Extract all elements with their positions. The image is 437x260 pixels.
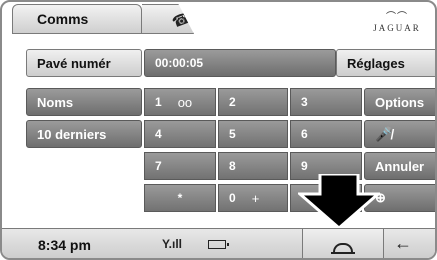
voicemail-icon: oo — [177, 94, 193, 110]
key-3-label: 3 — [301, 95, 308, 109]
tab-comms-label: Comms — [37, 11, 89, 27]
tab-comms[interactable]: Comms — [12, 4, 142, 34]
call-timer: 00:00:05 — [144, 49, 336, 77]
options-button[interactable]: Options — [364, 88, 435, 116]
annuler-label: Annuler — [375, 158, 425, 174]
key-0-label: 0 — [229, 191, 236, 205]
reglages-label: Réglages — [347, 55, 405, 71]
key-9-label: 9 — [301, 159, 308, 173]
key-7[interactable]: 7 — [144, 152, 216, 180]
10-derniers-button[interactable]: 10 derniers — [26, 120, 142, 148]
options-label: Options — [375, 94, 425, 110]
key-star-label: * — [177, 191, 183, 205]
back-arrow-icon[interactable]: ← — [394, 233, 412, 254]
key-6-label: 6 — [301, 127, 308, 141]
logo-text: JAGUAR — [373, 23, 421, 33]
key-1[interactable]: 1 oo — [144, 88, 216, 116]
down-arrow-indicator — [298, 174, 380, 228]
key-2-label: 2 — [229, 95, 236, 109]
tab-phone[interactable]: ☎ — [142, 4, 194, 34]
key-4[interactable]: 4 — [144, 120, 216, 148]
status-bar: 8:34 pm Y.ıll ← — [2, 228, 435, 258]
key-2[interactable]: 2 — [218, 88, 288, 116]
10-derniers-label: 10 derniers — [37, 126, 107, 142]
key-7-label: 7 — [155, 159, 162, 173]
call-timer-value: 00:00:05 — [155, 56, 204, 70]
clock: 8:34 pm — [38, 237, 91, 253]
jaguar-logo: ⌒⌒ JAGUAR — [367, 8, 427, 34]
key-3[interactable]: 3 — [290, 88, 362, 116]
noms-label: Noms — [37, 94, 74, 110]
header: Comms ☎ ⌒⌒ JAGUAR — [2, 2, 435, 39]
key-plus-label: + — [251, 190, 260, 206]
key-star[interactable]: * — [144, 184, 216, 212]
empty-panel — [26, 152, 144, 222]
phone-handset-icon: ☎ — [169, 9, 194, 32]
key-5[interactable]: 5 — [218, 120, 288, 148]
signal-strength-icon: Y.ıll — [162, 237, 183, 251]
hang-up-icon — [331, 242, 355, 254]
mute-button[interactable]: 🎤̸ — [364, 120, 435, 148]
jaguar-leaper-icon: ⌒⌒ — [386, 12, 408, 23]
noms-button[interactable]: Noms — [26, 88, 142, 116]
hang-up-button[interactable] — [302, 229, 384, 258]
key-8[interactable]: 8 — [218, 152, 288, 180]
key-0[interactable]: 0 + — [218, 184, 288, 212]
mic-mute-icon: 🎤̸ — [375, 125, 393, 142]
reglages-button[interactable]: Réglages — [336, 49, 435, 77]
key-6[interactable]: 6 — [290, 120, 362, 148]
key-8-label: 8 — [229, 159, 236, 173]
key-4-label: 4 — [155, 127, 162, 141]
pave-numer-button[interactable]: Pavé numér — [26, 49, 142, 77]
key-5-label: 5 — [229, 127, 236, 141]
battery-icon — [208, 240, 229, 249]
pave-numer-label: Pavé numér — [37, 55, 111, 71]
phone-screen: Comms ☎ ⌒⌒ JAGUAR Pavé numér 00:00:05 Ré… — [0, 0, 437, 260]
key-1-label: 1 — [155, 95, 162, 109]
